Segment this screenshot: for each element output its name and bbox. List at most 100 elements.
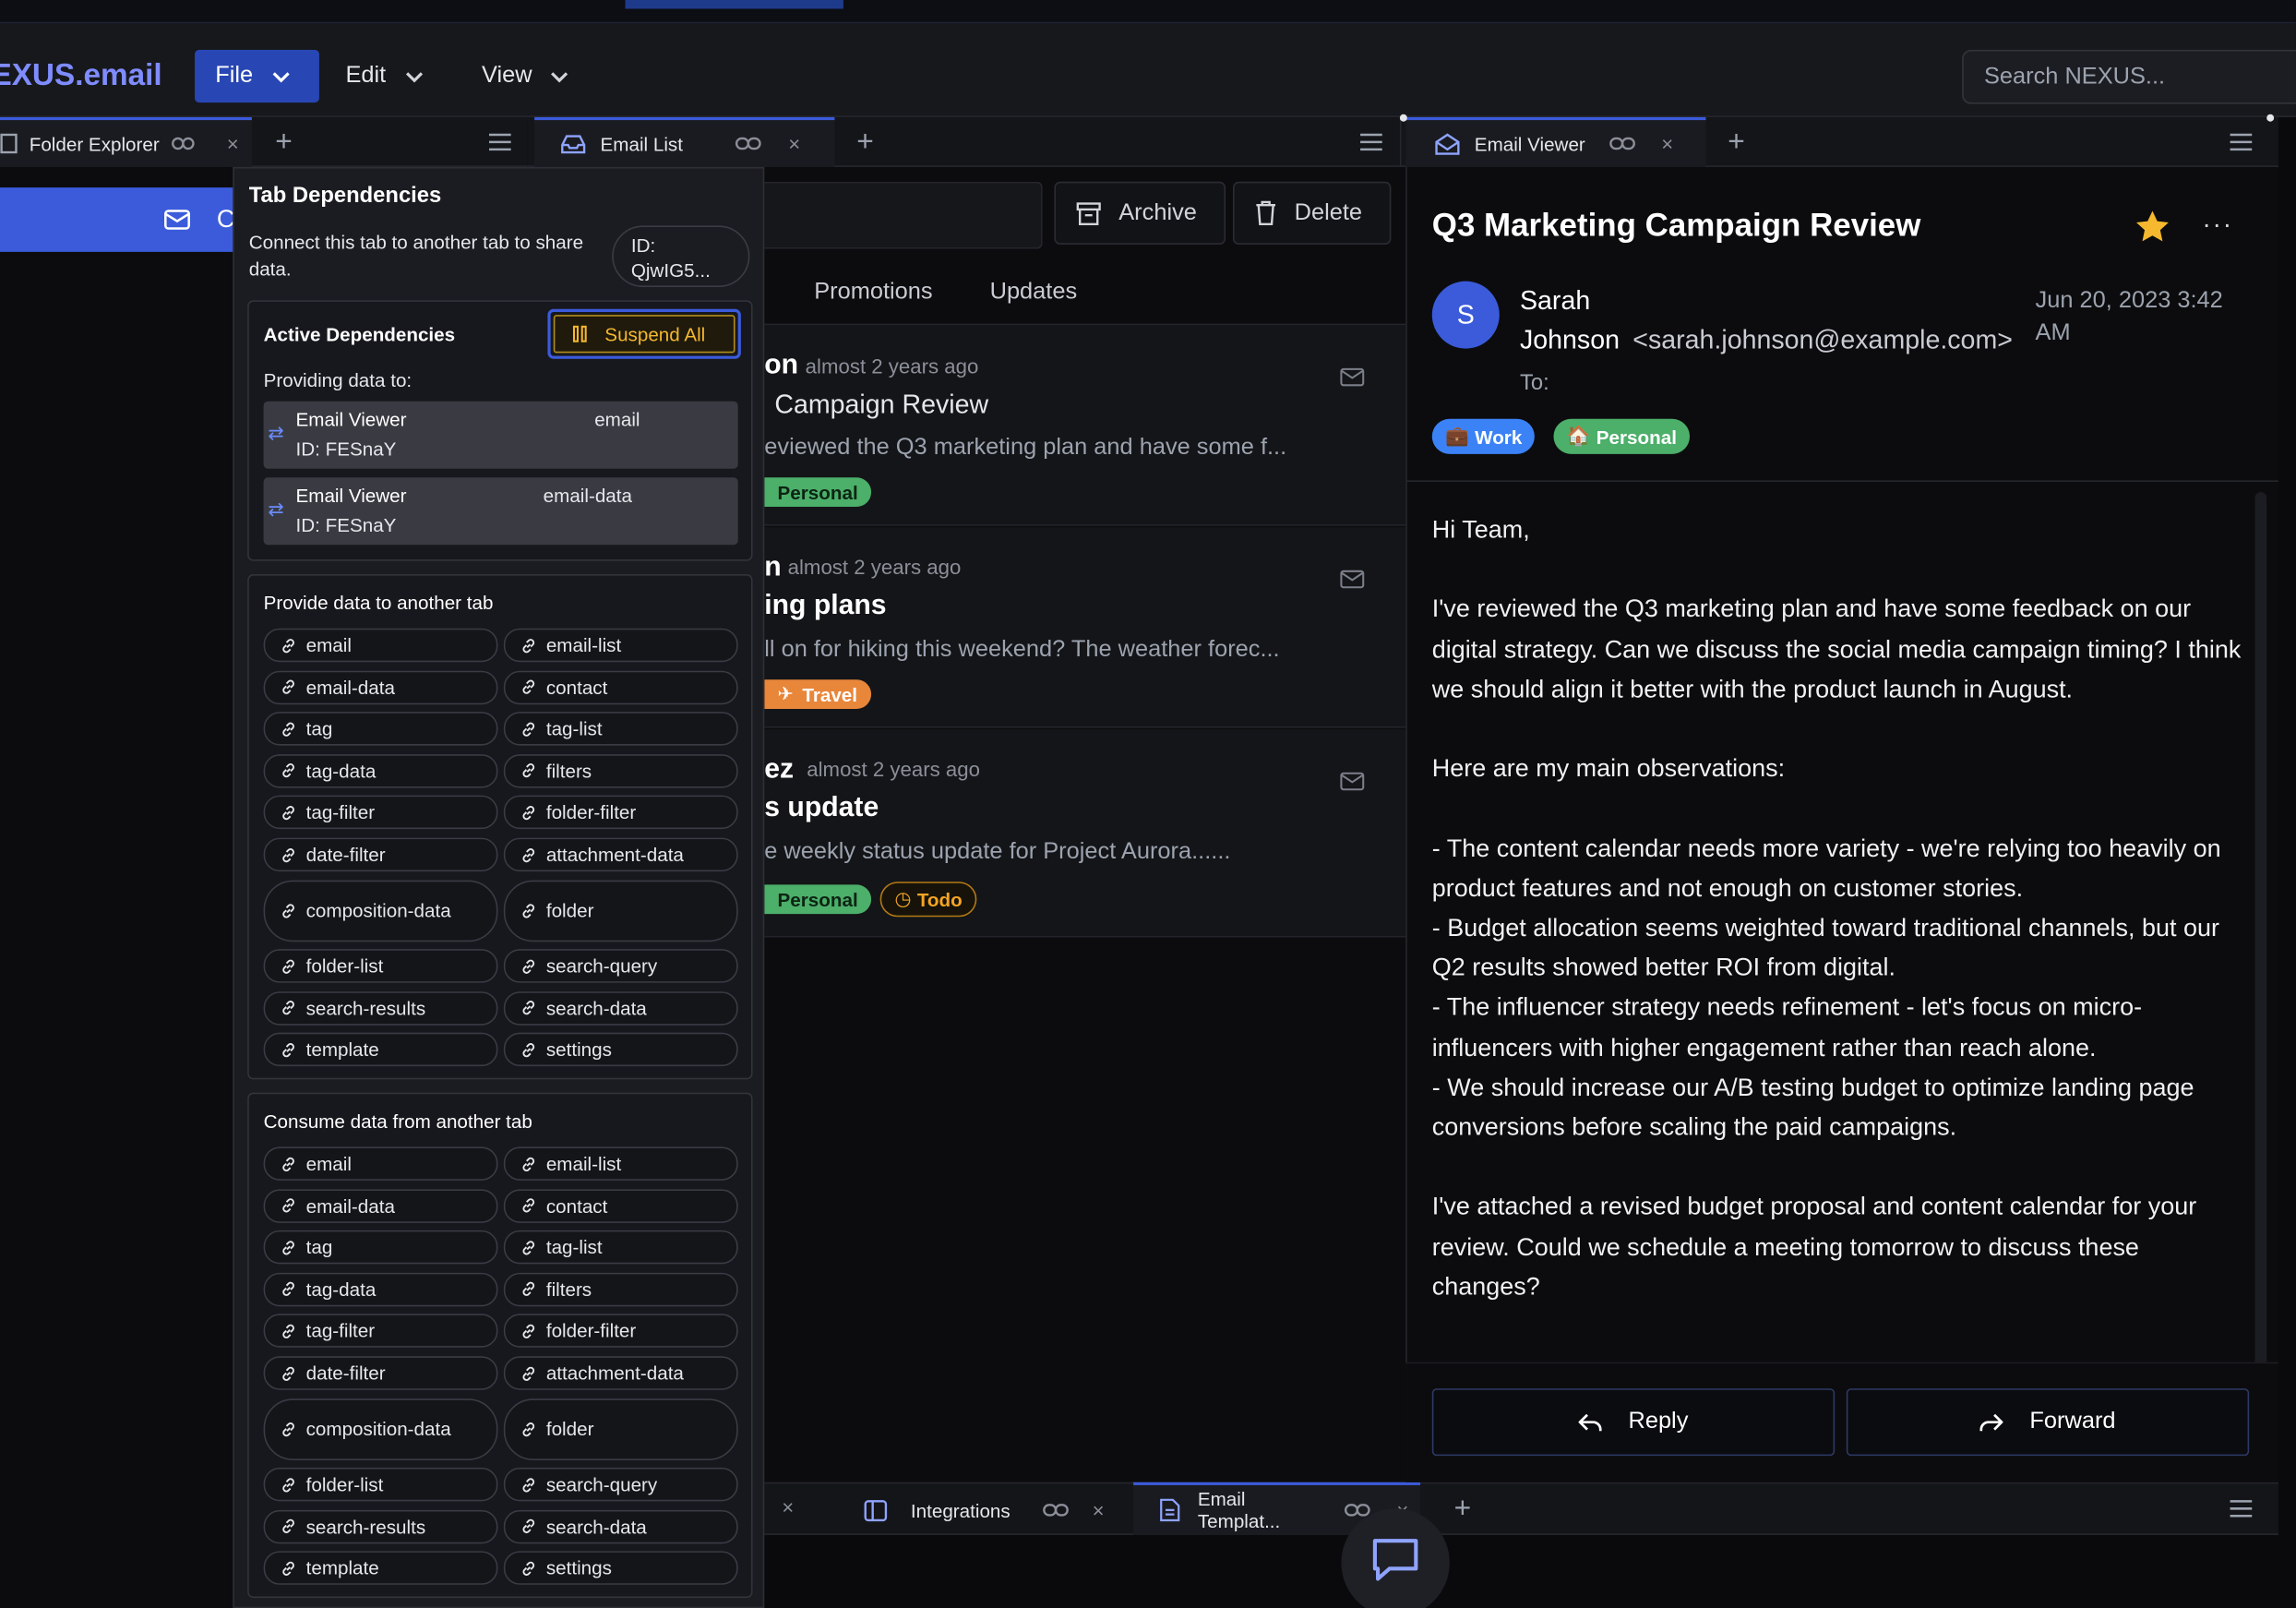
consume-pill-email[interactable]: email xyxy=(263,1146,498,1181)
provide-pill-tag[interactable]: tag xyxy=(263,712,498,746)
add-tab-icon[interactable]: + xyxy=(1454,1493,1472,1526)
tag-work[interactable]: 💼 Work xyxy=(1431,418,1536,454)
provide-pill-attachment-data[interactable]: attachment-data xyxy=(503,837,738,872)
menu-icon[interactable] xyxy=(2230,133,2253,151)
provide-pill-template[interactable]: template xyxy=(263,1033,498,1067)
provide-pill-label: attachment-data xyxy=(545,843,684,866)
consume-pill-tag-list[interactable]: tag-list xyxy=(503,1230,738,1265)
link-icon[interactable] xyxy=(1608,137,1635,151)
consume-pill-settings[interactable]: settings xyxy=(503,1551,738,1586)
tab-integrations[interactable]: Integrations × xyxy=(852,1485,1116,1535)
add-tab-icon[interactable]: + xyxy=(275,126,293,159)
providing-label: Providing data to: xyxy=(263,368,413,391)
provide-pill-date-filter[interactable]: date-filter xyxy=(263,837,498,872)
provide-pill-email[interactable]: email xyxy=(263,628,498,663)
provide-pill-search-query[interactable]: search-query xyxy=(503,949,738,983)
tab-folder-explorer[interactable]: Folder Explorer × xyxy=(0,116,252,167)
provide-data-title: Provide data to another tab xyxy=(263,592,494,614)
archive-button[interactable]: Archive xyxy=(1054,181,1226,245)
menu-icon[interactable] xyxy=(2230,1500,2253,1518)
consume-pill-tag-filter[interactable]: tag-filter xyxy=(263,1314,498,1349)
consume-pill-folder-list[interactable]: folder-list xyxy=(263,1468,498,1502)
consume-pill-filters[interactable]: filters xyxy=(503,1272,738,1307)
provide-pill-tag-filter[interactable]: tag-filter xyxy=(263,796,498,830)
tab-promotions[interactable]: Promotions xyxy=(814,280,932,306)
clock-icon: ◷ xyxy=(894,887,912,910)
consume-pill-search-data[interactable]: search-data xyxy=(503,1509,738,1544)
email-list-search-box[interactable] xyxy=(764,181,1043,249)
body-scrollbar[interactable] xyxy=(2254,492,2267,1372)
resize-handle[interactable] xyxy=(1399,114,1407,122)
tab-updates[interactable]: Updates xyxy=(990,280,1078,306)
link-icon[interactable] xyxy=(171,137,195,151)
provide-pill-label: tag-data xyxy=(305,760,377,782)
provide-pill-tag-list[interactable]: tag-list xyxy=(503,712,738,746)
consume-pill-search-query[interactable]: search-query xyxy=(503,1468,738,1502)
link-icon xyxy=(282,1365,294,1381)
forward-button[interactable]: Forward xyxy=(1846,1388,2250,1457)
suspend-all-button[interactable]: Suspend All xyxy=(547,308,741,359)
compose-button[interactable]: C xyxy=(0,187,252,252)
chevron-down-icon xyxy=(551,72,568,83)
provide-pill-search-data[interactable]: search-data xyxy=(503,990,738,1026)
provide-pill-filters[interactable]: filters xyxy=(503,753,738,788)
provide-pill-contact[interactable]: contact xyxy=(503,670,738,704)
chat-fab[interactable] xyxy=(1341,1508,1450,1608)
edit-menu-button[interactable]: Edit xyxy=(325,50,444,102)
consume-pill-folder-filter[interactable]: folder-filter xyxy=(503,1314,738,1349)
add-tab-icon[interactable]: + xyxy=(856,126,874,159)
consume-pill-tag[interactable]: tag xyxy=(263,1230,498,1265)
provide-pill-folder[interactable]: folder xyxy=(503,879,738,942)
close-icon[interactable]: × xyxy=(1093,1498,1105,1521)
consume-pill-search-results[interactable]: search-results xyxy=(263,1509,498,1544)
dependency-item[interactable]: ⇄ Email Viewer ID: FESnaY email-data xyxy=(263,477,738,546)
email-list-item[interactable]: ez almost 2 years ago s update e weekly … xyxy=(764,729,1406,938)
close-icon[interactable]: × xyxy=(1661,132,1673,155)
close-icon[interactable]: × xyxy=(782,1495,794,1518)
more-options-icon[interactable]: ··· xyxy=(2202,210,2232,240)
add-tab-icon[interactable]: + xyxy=(1728,126,1745,159)
link-icon[interactable] xyxy=(735,137,762,151)
consume-pill-contact[interactable]: contact xyxy=(503,1188,738,1223)
star-icon[interactable] xyxy=(2135,210,2170,243)
link-icon[interactable] xyxy=(1043,1503,1070,1518)
email-body-paragraph: Hi Team, xyxy=(1431,515,1530,544)
tab-email-list[interactable]: Email List × xyxy=(534,116,835,167)
consume-pill-email-list[interactable]: email-list xyxy=(503,1146,738,1181)
link-icon xyxy=(522,903,535,918)
menu-icon[interactable] xyxy=(1360,133,1382,151)
dependency-item[interactable]: ⇄ Email Viewer ID: FESnaY email xyxy=(263,401,738,469)
resize-handle[interactable] xyxy=(2266,114,2275,122)
email-list-item[interactable]: on almost 2 years ago Campaign Review ev… xyxy=(764,325,1406,526)
tab-email-viewer[interactable]: Email Viewer × xyxy=(1405,116,1706,167)
file-menu-button[interactable]: File xyxy=(195,49,319,103)
consume-pill-folder[interactable]: folder xyxy=(503,1398,738,1460)
tag-personal[interactable]: 🏠 Personal xyxy=(1553,418,1691,454)
search-input[interactable]: Search NEXUS... xyxy=(1962,49,2296,104)
provide-pill-tag-data[interactable]: tag-data xyxy=(263,753,498,788)
provide-pill-folder-list[interactable]: folder-list xyxy=(263,949,498,983)
consume-pill-template[interactable]: template xyxy=(263,1551,498,1586)
email-sender: on xyxy=(764,350,799,381)
link-icon[interactable] xyxy=(1344,1503,1370,1518)
view-menu-button[interactable]: View xyxy=(461,50,591,102)
provide-pill-settings[interactable]: settings xyxy=(503,1033,738,1067)
folder-panel-icon xyxy=(0,133,18,154)
close-icon[interactable]: × xyxy=(788,132,800,155)
consume-pill-email-data[interactable]: email-data xyxy=(263,1188,498,1223)
consume-pill-label: folder xyxy=(545,1418,594,1440)
provide-pill-email-list[interactable]: email-list xyxy=(503,628,738,663)
consume-pill-composition-data[interactable]: composition-data xyxy=(263,1398,498,1460)
consume-pill-attachment-data[interactable]: attachment-data xyxy=(503,1356,738,1390)
provide-pill-folder-filter[interactable]: folder-filter xyxy=(503,796,738,830)
email-list-item[interactable]: n almost 2 years ago ing plans ll on for… xyxy=(764,527,1406,728)
close-icon[interactable]: × xyxy=(227,132,239,155)
reply-button[interactable]: Reply xyxy=(1431,1388,1836,1457)
delete-button[interactable]: Delete xyxy=(1233,181,1392,245)
provide-pill-search-results[interactable]: search-results xyxy=(263,990,498,1026)
provide-pill-composition-data[interactable]: composition-data xyxy=(263,879,498,942)
consume-pill-date-filter[interactable]: date-filter xyxy=(263,1356,498,1390)
provide-pill-email-data[interactable]: email-data xyxy=(263,670,498,704)
menu-icon[interactable] xyxy=(488,133,511,151)
consume-pill-tag-data[interactable]: tag-data xyxy=(263,1272,498,1307)
